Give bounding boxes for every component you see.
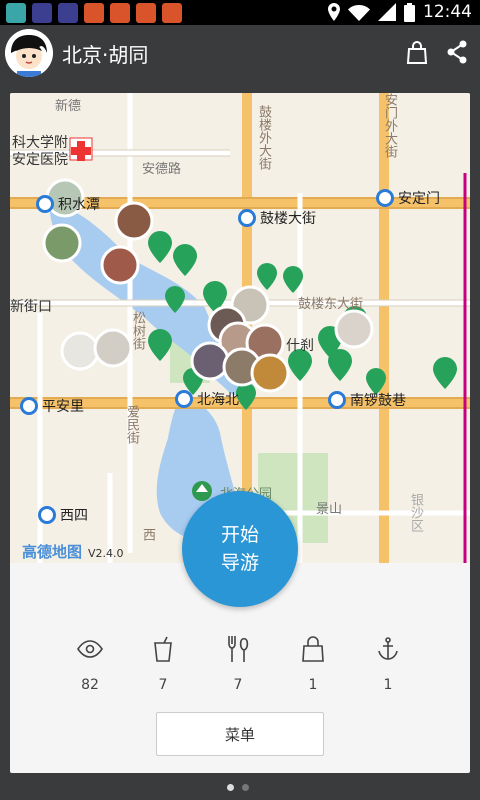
stat-value: 7 — [233, 677, 243, 693]
station-label: 西四 — [60, 508, 88, 524]
share-icon[interactable] — [446, 40, 468, 68]
metro-jishuitan[interactable]: 积水潭 — [36, 194, 100, 214]
page-dot-active[interactable] — [227, 784, 234, 791]
metro-pinganli[interactable]: 平安里 — [20, 396, 84, 416]
red-app-icon — [162, 3, 182, 23]
app-bar: 北京·胡同 — [0, 25, 480, 81]
map-label-anding-outer: 安门外大街 — [382, 93, 397, 158]
stat-lodging[interactable]: 1 — [358, 633, 418, 693]
battery-icon — [404, 2, 415, 22]
app-title: 北京·胡同 — [62, 43, 149, 67]
eye-app-icon — [58, 3, 78, 23]
map-label-songshu: 松树街 — [130, 311, 145, 350]
metro-icon — [38, 506, 56, 524]
map-label-xinjiekou: 新街口 — [10, 299, 52, 315]
map-label-gulou-east: 鼓楼东大街 — [298, 297, 364, 312]
bag-icon[interactable] — [406, 40, 428, 68]
map-label-aimin: 爱民街 — [124, 405, 139, 444]
status-time: 12:44 — [423, 2, 472, 22]
red-app-icon — [136, 3, 156, 23]
metro-beihai-north[interactable]: 北海北 — [175, 389, 239, 409]
start-tour-line1: 开始 — [220, 524, 259, 546]
eye-app-icon — [32, 3, 52, 23]
map-label-gulouwai: 鼓楼外大街 — [256, 105, 271, 170]
avatar[interactable] — [5, 29, 53, 77]
metro-icon — [238, 209, 256, 227]
red-app-icon — [84, 3, 104, 23]
metro-anding-gate[interactable]: 安定门 — [376, 188, 440, 208]
station-label: 北海北 — [197, 392, 239, 408]
stat-sights[interactable]: 82 — [60, 633, 120, 693]
map-label-hospital: 科大学附 安定医院 — [12, 135, 68, 169]
wifi-icon — [348, 4, 370, 21]
stat-shopping[interactable]: 1 — [283, 633, 343, 693]
map-label-shichahai: 什刹 — [286, 338, 314, 354]
station-label: 鼓楼大街 — [260, 211, 316, 227]
start-tour-line2: 导游 — [220, 552, 259, 574]
map-version: V2.4.0 — [88, 547, 124, 560]
eye-icon — [60, 633, 120, 665]
map-logo-text: 高德地图 — [22, 543, 83, 561]
start-tour-button[interactable]: 开始 导游 — [182, 491, 298, 607]
map-label-andelu: 安德路 — [142, 162, 182, 177]
metro-icon — [20, 397, 38, 415]
map-label-xi: 西 — [140, 528, 155, 541]
metro-icon — [36, 195, 54, 213]
metro-gulou[interactable]: 鼓楼大街 — [238, 208, 316, 228]
metro-icon — [175, 390, 193, 408]
station-label: 安定门 — [398, 191, 440, 207]
bag-icon — [283, 633, 343, 665]
station-label: 积水潭 — [58, 197, 100, 213]
signal-icon — [378, 3, 396, 21]
stat-value: 82 — [81, 677, 99, 693]
station-label: 平安里 — [42, 399, 84, 415]
utensils-icon — [208, 633, 268, 665]
red-app-icon — [110, 3, 130, 23]
map-logo: 高德地图 V2.4.0 — [22, 541, 124, 562]
drink-icon — [133, 633, 193, 665]
metro-xisi[interactable]: 西四 — [38, 505, 88, 525]
notification-icons — [6, 3, 182, 23]
tour-card: 科大学附 安定医院 安德路 鼓楼外大街 安门外大街 新德 新街口 松树街 鼓楼东… — [10, 93, 470, 773]
stat-value: 1 — [383, 677, 393, 693]
page-dot[interactable] — [242, 784, 249, 791]
anchor-icon — [358, 633, 418, 665]
page-indicator — [227, 784, 249, 791]
metro-icon — [376, 189, 394, 207]
stat-value: 1 — [308, 677, 318, 693]
station-label: 南锣鼓巷 — [350, 393, 406, 409]
location-icon — [328, 3, 340, 21]
stat-value: 7 — [158, 677, 168, 693]
teal-app-icon — [6, 3, 26, 23]
poi-stats: 82 7 7 1 1 — [10, 633, 470, 693]
map-label-xinde: 新德 — [55, 99, 82, 114]
metro-nanluo[interactable]: 南锣鼓巷 — [328, 390, 406, 410]
status-bar: 12:44 — [0, 0, 480, 25]
stat-drinks[interactable]: 7 — [133, 633, 193, 693]
metro-icon — [328, 391, 346, 409]
map-label-hospital-text: 科大学附 安定医院 — [12, 135, 68, 168]
map-label-jingshan: 景山 — [316, 502, 343, 517]
map-label-east: 银沙区 — [408, 493, 423, 532]
menu-button[interactable]: 菜单 — [156, 712, 324, 756]
stat-food[interactable]: 7 — [208, 633, 268, 693]
